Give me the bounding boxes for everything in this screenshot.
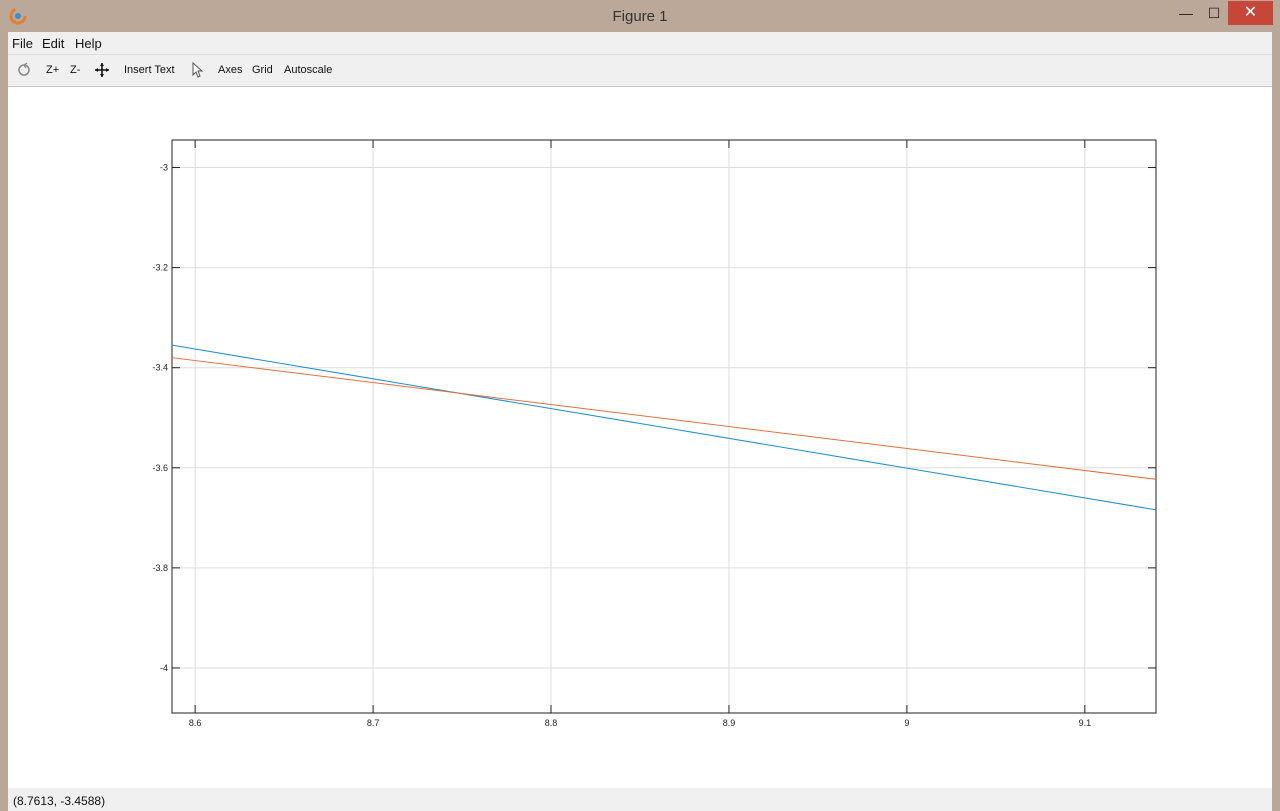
x-tick-label: 9.1: [1079, 718, 1092, 728]
zoom-out-button[interactable]: Z-: [70, 64, 80, 76]
x-tick-label: 8.9: [723, 718, 736, 728]
axes-frame: [171, 139, 1157, 714]
y-tick-label: -3.6: [152, 463, 168, 473]
grid-button[interactable]: Grid: [252, 64, 273, 76]
zoom-in-button[interactable]: Z+: [46, 64, 59, 76]
line-chart[interactable]: 8.6 8.7 8.8 8.9 9 9.1 -3 -3.2 -3.4 -3.6 -3.8 -4: [8, 87, 1272, 787]
cursor-coordinates: (8.7613, -3.4588): [13, 794, 106, 808]
menu-help[interactable]: Help: [75, 36, 102, 51]
y-tick-label: -3.8: [152, 563, 168, 573]
y-tick-label: -3.2: [152, 263, 168, 273]
y-tick-label: -3: [160, 163, 168, 173]
figure-toolbar: Z+ Z- Insert Text Axes Grid Autoscale: [8, 55, 1272, 87]
x-tick-label: 8.8: [545, 718, 558, 728]
minimize-button[interactable]: —: [1176, 2, 1196, 24]
y-tick-label: -3.4: [152, 363, 168, 373]
rotate-icon[interactable]: [16, 62, 32, 78]
window-title: Figure 1: [612, 8, 668, 25]
pan-icon[interactable]: [94, 62, 110, 78]
figure-window: Figure 1 — ☐ ✕ File Edit Help Z+ Z- Inse…: [0, 0, 1280, 811]
select-pointer-icon[interactable]: [190, 62, 206, 78]
autoscale-button[interactable]: Autoscale: [284, 64, 332, 76]
insert-text-button[interactable]: Insert Text: [124, 64, 175, 76]
figure-client-area: File Edit Help Z+ Z- Insert Text Axes Gr…: [8, 32, 1272, 811]
series-line-2: [171, 357, 1157, 480]
y-tick-label: -4: [160, 663, 168, 673]
plot-canvas[interactable]: 8.6 8.7 8.8 8.9 9 9.1 -3 -3.2 -3.4 -3.6 -3.8 -4: [8, 87, 1272, 787]
status-bar: (8.7613, -3.4588): [8, 788, 1272, 811]
close-button[interactable]: ✕: [1228, 1, 1273, 25]
axes-button[interactable]: Axes: [218, 64, 242, 76]
menu-edit[interactable]: Edit: [42, 36, 64, 51]
x-tick-label: 9: [904, 718, 909, 728]
menu-file[interactable]: File: [12, 36, 33, 51]
title-bar[interactable]: Figure 1 — ☐ ✕: [0, 0, 1280, 32]
menu-bar: File Edit Help: [8, 32, 1272, 55]
x-tick-label: 8.6: [189, 718, 202, 728]
maximize-button[interactable]: ☐: [1204, 2, 1224, 24]
series-line-1: [171, 344, 1157, 511]
x-tick-label: 8.7: [367, 718, 380, 728]
